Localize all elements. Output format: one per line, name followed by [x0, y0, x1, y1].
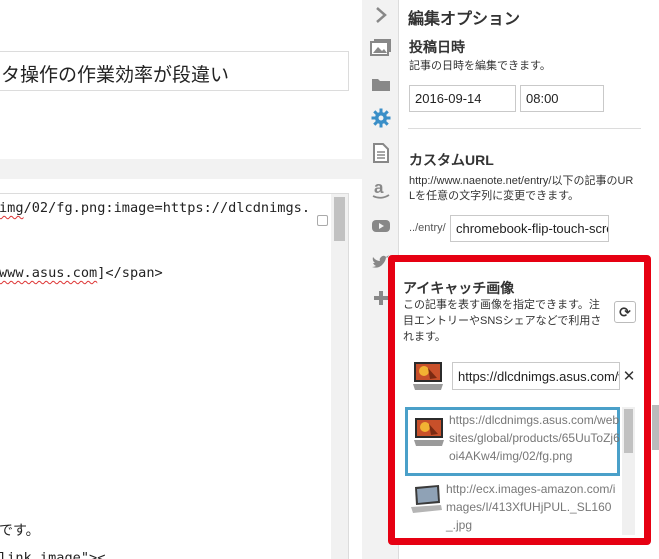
edit-box-icon[interactable] [317, 215, 328, 226]
body-text-line: です。 [0, 522, 40, 538]
custom-url-prefix: ../entry/ [409, 222, 446, 234]
candidate-url: http://ecx.images-amazon.com/images/I/41… [446, 482, 616, 532]
chevron-right-icon[interactable] [368, 3, 394, 27]
code-text: /02/fg.png:image=https://dlcdnimgs. [23, 200, 311, 216]
svg-text:a: a [374, 179, 384, 197]
custom-url-description-2: Lを任意の文字列に変更できます。 [409, 190, 580, 202]
code-line: www.asus.com]</span> [0, 265, 163, 281]
folder-icon[interactable] [368, 72, 394, 96]
candidate-list-scrollbar-thumb[interactable] [624, 409, 633, 453]
custom-url-description-1: http://www.naenote.net/entry/以下の記事のUR [409, 175, 634, 187]
candidate-thumbnail [409, 483, 443, 523]
code-line: img/02/fg.png:image=https://dlcdnimgs. [0, 200, 310, 216]
time-input[interactable]: 08:00 [520, 85, 604, 112]
eyecatch-candidate-list: https://dlcdnimgs.asus.com/websites/glob… [405, 407, 640, 535]
editor-scrollbar-thumb[interactable] [334, 197, 345, 241]
editor-body[interactable]: img/02/fg.png:image=https://dlcdnimgs. w… [0, 193, 349, 559]
custom-url-section-title: カスタムURL [409, 152, 494, 168]
eyecatch-url-input[interactable]: https://dlcdnimgs.asus.com/w [452, 362, 620, 390]
editor-scrollbar[interactable] [331, 194, 348, 559]
code-line: link image">< [0, 550, 106, 559]
eyecatch-section-title: アイキャッチ画像 [403, 280, 515, 296]
editor-toolbar [0, 159, 362, 179]
reload-button[interactable]: ⟳ [614, 301, 636, 323]
candidate-url: https://dlcdnimgs.asus.com/websites/glob… [449, 413, 620, 463]
edit-options-panel: 編集オプション 投稿日時 記事の日時を編集できます。 2016-09-14 08… [388, 0, 659, 559]
custom-url-input[interactable]: chromebook-flip-touch-scre [450, 215, 609, 242]
article-title-input[interactable]: タ操作の作業効率が段違い [0, 51, 349, 91]
image-icon[interactable] [368, 35, 394, 59]
candidate-item-selected[interactable]: https://dlcdnimgs.asus.com/websites/glob… [405, 407, 620, 476]
editor-area: タ操作の作業効率が段違い img/02/fg.png:image=https:/… [0, 0, 362, 559]
eyecatch-description: この記事を表す画像を指定できます。注目エントリーやSNSシェアなどで利用されます… [403, 299, 602, 343]
youtube-icon[interactable] [368, 214, 394, 238]
amazon-icon[interactable]: a [368, 178, 394, 202]
code-text-underlined: www.asus.com [0, 265, 98, 281]
close-icon[interactable]: ✕ [622, 362, 636, 390]
panel-title: 編集オプション [408, 11, 521, 28]
eyecatch-thumbnail [411, 356, 445, 396]
section-divider [408, 128, 641, 129]
datetime-description: 記事の日時を編集できます。 [409, 60, 551, 72]
panel-scrollbar-thumb[interactable] [652, 405, 659, 450]
code-text: ]</span> [97, 265, 163, 281]
candidate-thumbnail [412, 414, 446, 454]
gear-icon[interactable] [368, 106, 394, 130]
candidate-item[interactable]: http://ecx.images-amazon.com/images/I/41… [405, 479, 620, 535]
datetime-section-title: 投稿日時 [409, 39, 465, 55]
code-text-underlined: img [0, 200, 24, 216]
eyecatch-highlight-box: アイキャッチ画像 この記事を表す画像を指定できます。注目エントリーやSNSシェア… [388, 255, 651, 545]
document-icon[interactable] [368, 141, 394, 165]
date-input[interactable]: 2016-09-14 [409, 85, 516, 112]
